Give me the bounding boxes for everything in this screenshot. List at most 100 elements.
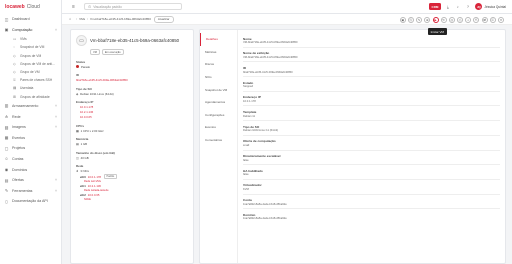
detail-item: Endereço IP 10.0.1.178: [243, 95, 500, 107]
attach-icon[interactable]: ⊕: [424, 16, 431, 23]
dashboard-icon: ◫: [4, 16, 9, 22]
sidebar-item-dominios[interactable]: ◉ Domínios: [0, 164, 61, 175]
start-vm-icon[interactable]: ▶: [432, 16, 439, 23]
detail-item: Domínio 11a7a8d2-8e8a-4a4e-bb18-d5ba92e: [243, 213, 500, 221]
detail-label: Estado: [243, 80, 254, 85]
nic-network-link[interactable]: Rede isolada-teste4e: [84, 189, 109, 192]
sidebar-subitem-grupos-vm-anti[interactable]: ◇ Grupos de VM de anti...: [0, 60, 61, 68]
sidebar-item-label: Ferramentas: [12, 188, 33, 193]
edit-icon[interactable]: ✎: [416, 16, 423, 23]
tab-discos[interactable]: Discos: [200, 58, 237, 71]
brand-logo[interactable]: locaweb Cloud: [0, 0, 61, 14]
sidebar-item-computacao[interactable]: ▣ Computação ˄: [0, 25, 61, 36]
sidebar-subitem-affinity[interactable]: ⊞ Grupos de afinidade: [0, 93, 61, 101]
status-text: Parado: [81, 64, 91, 69]
nic-default-chip: Padrão: [104, 174, 117, 180]
crm-button[interactable]: CRM: [428, 3, 442, 10]
tab-agendamentos[interactable]: Agendamentos: [200, 96, 237, 109]
sidebar-item-imagens[interactable]: ▨ Imagens ˅: [0, 122, 61, 133]
api-doc-icon: ▯: [5, 198, 8, 204]
tab-eventos[interactable]: Eventos: [200, 121, 237, 134]
avatar[interactable]: JQ: [475, 3, 483, 10]
help-icon[interactable]: ?: [464, 3, 471, 10]
scale-icon[interactable]: ⇱: [473, 16, 480, 23]
detail-item: ID bbaf718e-eb35-41c5-b69a-0663afc40850: [243, 66, 500, 78]
sidebar-item-armazenamento[interactable]: ▥ Armazenamento ˅: [0, 101, 61, 112]
nic-network-link[interactable]: Rede isol-VMs: [84, 180, 101, 183]
key-icon: ⚿: [13, 78, 16, 83]
breadcrumb-separator: /: [87, 17, 88, 21]
topbar: ≡ ⊙ Visualização padrão CRM ⤓ ♪ ? JQ Jés…: [62, 0, 512, 14]
reboot-icon[interactable]: ↻: [440, 16, 447, 23]
sidebar-item-contas[interactable]: ☺ Contas: [0, 154, 61, 165]
computer-icon: ▣: [4, 27, 9, 33]
sidebar-item-dashboard[interactable]: ◫ Dashboard: [0, 14, 61, 25]
backup-icon[interactable]: ⎙: [457, 16, 464, 23]
detail-value: false: [243, 173, 249, 177]
bell-icon[interactable]: ♪: [454, 3, 461, 10]
project-selector-value: Visualização padrão: [93, 4, 122, 9]
sidebar-subitem-grupo-vm[interactable]: ◇ Grupo de VM: [0, 68, 61, 76]
sidebar-subitem-ssh-keys[interactable]: ⚿ Pares de chaves SSH: [0, 76, 61, 84]
password-icon[interactable]: ⚿: [489, 16, 496, 23]
sidebar-item-ofertas[interactable]: ▤ Ofertas ˅: [0, 175, 61, 186]
sidebar-item-rede[interactable]: ⋔ Rede ˅: [0, 111, 61, 122]
id-value[interactable]: bbaf718e-eb35-41c5-b69a-0663afc40850: [76, 78, 188, 82]
project-selector[interactable]: ⊙ Visualização padrão: [84, 3, 182, 10]
tab-metricas[interactable]: Métricas: [200, 46, 237, 59]
refresh-button[interactable]: Atualizar: [153, 15, 174, 23]
main-area: ≡ ⊙ Visualização padrão CRM ⤓ ♪ ? JQ Jés…: [62, 0, 512, 264]
sidebar-subitem-grupos-vm[interactable]: ◇ Grupos de VM: [0, 52, 61, 60]
tab-configuracoes[interactable]: Configurações: [200, 109, 237, 122]
ip-item[interactable]: 10.2.1.136: [80, 110, 188, 114]
delete-icon[interactable]: ✕: [498, 16, 504, 23]
offer-icon: ▤: [4, 177, 9, 183]
chevron-down-icon: ˅: [54, 114, 57, 119]
sidebar: locaweb Cloud ◫ Dashboard ▣ Computação ˄…: [0, 0, 62, 264]
nic-network-link[interactable]: NAVE: [84, 198, 91, 201]
sidebar-subitem-vms[interactable]: ▭ VMs: [0, 35, 61, 43]
detail-item: Dinamicamente escalável false: [243, 154, 500, 166]
topbar-right: CRM ⤓ ♪ ? JQ Jéssica Quintal: [428, 3, 506, 10]
sidebar-group-computacao: ▣ Computação ˄ ▭ VMs ◌ Snapshot de VM ◇ …: [0, 25, 61, 101]
status-label: Status: [76, 59, 86, 64]
tab-nics[interactable]: NICs: [200, 71, 237, 84]
breadcrumb-current: Vm-bbaf718e-eb35-41c5-b69a-0663afc40850: [89, 17, 151, 21]
snapshot-icon[interactable]: ◎: [448, 16, 455, 23]
sidebar-item-eventos[interactable]: ▦ Eventos: [0, 132, 61, 143]
tab-comentarios[interactable]: Comentários: [200, 134, 237, 147]
download-icon[interactable]: ⤓: [444, 3, 451, 10]
user-name[interactable]: Jéssica Quintal: [484, 5, 506, 9]
iso-icon[interactable]: ◐: [465, 16, 472, 23]
disk-text: 40 GB: [80, 155, 89, 160]
ip-item[interactable]: 10.0.1.178: [80, 105, 188, 109]
detail-item: Tipo de SO Debian GNU/Linux 11 (64-bit): [243, 125, 500, 136]
detail-value: Debian GNU/Linux 11 (64-bit): [243, 129, 279, 133]
nic-ip[interactable]: 10.0.0.65: [88, 193, 100, 197]
network-icon: ⋔: [4, 114, 9, 120]
tab-detalhes[interactable]: Detalhes: [200, 33, 237, 46]
tab-snapshot[interactable]: Snapshot de VM: [200, 83, 237, 96]
nic-row: eth0 10.0.1.178 Padrão: [80, 174, 188, 180]
sidebar-item-api-doc[interactable]: ▯ Documentação da API: [0, 196, 61, 207]
account-icon: ☺: [4, 156, 9, 162]
sidebar-item-ferramentas[interactable]: ✎ Ferramentas ˅: [0, 185, 61, 196]
menu-icon[interactable]: ≡: [72, 4, 78, 10]
sidebar-item-projetos[interactable]: ▢ Projetos: [0, 143, 61, 154]
ip-item[interactable]: 10.0.0.65: [80, 115, 188, 119]
detail-value: 11a7a8d2-8e8a-4a4e-bb18-d5ba92e: [243, 202, 287, 206]
divider: [243, 149, 500, 151]
console-icon[interactable]: ▣: [399, 16, 406, 23]
network-count: ⋔ 3 NICs: [76, 169, 188, 173]
sidebar-subitem-userdata[interactable]: ▤ Userdata: [0, 84, 61, 92]
nic-name: eth0: [80, 174, 86, 179]
breadcrumb-vms-link[interactable]: VMs: [79, 17, 85, 21]
nic-ip[interactable]: 10.2.1.136: [88, 184, 101, 188]
home-icon[interactable]: ⌂: [69, 17, 71, 21]
sidebar-item-label: Imagens: [12, 125, 26, 130]
migrate-icon[interactable]: ⇄: [481, 16, 488, 23]
sidebar-subitem-snapshot[interactable]: ◌ Snapshot de VM: [0, 43, 61, 51]
copy-icon[interactable]: ⎘: [407, 16, 414, 23]
detail-item: Conta 11a7a8d2-8e8a-4a4e-bb18-d5ba92e: [243, 198, 500, 210]
nic-ip[interactable]: 10.0.1.178: [88, 175, 101, 179]
